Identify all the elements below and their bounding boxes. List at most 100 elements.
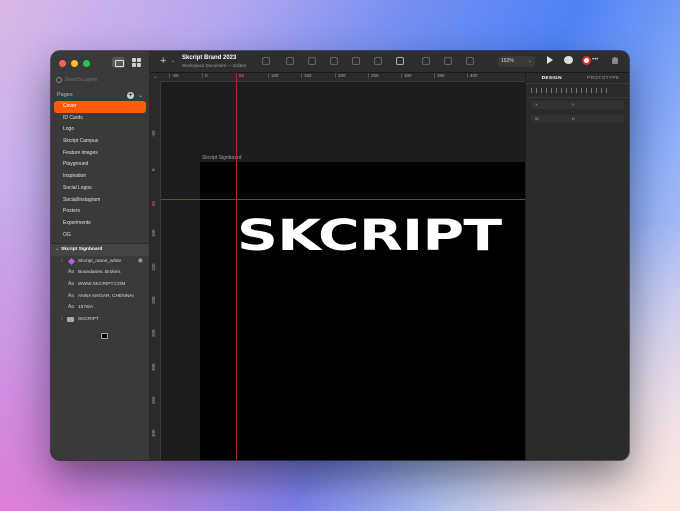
ruler-tick: 300 (401, 73, 412, 78)
export-icon[interactable] (286, 57, 294, 65)
ruler-tick: 300 (151, 363, 156, 371)
document-status: Workspace Document — Edited (182, 63, 246, 68)
layer-label: Skcript Signboard (61, 247, 103, 252)
sidebar-toggle-icon[interactable] (112, 57, 125, 68)
distribute-vertical-icon[interactable] (601, 88, 607, 93)
y-field[interactable]: Y (567, 101, 605, 109)
components-grid-icon[interactable] (132, 58, 141, 67)
insert-plus-icon[interactable]: + (160, 55, 166, 67)
layer-label: 1578/A (78, 305, 94, 311)
align-center-icon[interactable] (541, 88, 547, 93)
layer-label: Skcript_name_white (78, 258, 122, 264)
more-icon[interactable]: ••• (592, 57, 598, 63)
layer-label: Boundaries. Broken. (78, 270, 122, 276)
ruler-corner[interactable]: ⌄ (150, 73, 161, 82)
inspector-tabs: DESIGN PROTOTYPE (526, 73, 629, 84)
subtract-icon[interactable] (444, 57, 452, 65)
h-field[interactable]: H (567, 115, 605, 123)
ruler-tick: 200 (151, 296, 156, 304)
create-symbol-icon[interactable] (262, 57, 270, 65)
zoom-select[interactable]: 153% ⌄ (498, 56, 535, 67)
page-list: Cover ID Cards Logo Skcript Campus Featu… (54, 101, 146, 241)
intersect-icon[interactable] (466, 57, 474, 65)
close-window-button[interactable] (59, 60, 66, 67)
add-page-icon[interactable]: + (126, 91, 134, 99)
avatar[interactable] (582, 56, 591, 65)
boolean-icon[interactable] (374, 57, 382, 65)
eye-icon[interactable]: ◉ (138, 256, 143, 268)
top-toolbar: + ⌄ Skcript Brand 2023 Workspace Documen… (150, 51, 629, 73)
lock-ratio-toggle[interactable] (604, 115, 625, 123)
comments-icon[interactable] (564, 56, 573, 64)
arrange-icon[interactable] (396, 57, 404, 65)
inspector-panel: DESIGN PROTOTYPE X Y W H (525, 73, 629, 460)
layer-item[interactable]: Aa 1578/A (51, 302, 149, 314)
flatten-icon[interactable] (352, 57, 360, 65)
zoom-value: 153% (501, 58, 514, 64)
chevron-right-icon[interactable]: › (61, 256, 67, 268)
page-item-skcript-campus[interactable]: Skcript Campus (54, 136, 146, 148)
layer-item[interactable]: › SKCRIPT (51, 314, 149, 326)
design-canvas[interactable]: -50 0 55 100 150 200 250 300 350 400 ⌄ -… (150, 73, 525, 460)
tab-design[interactable]: DESIGN (526, 73, 578, 83)
page-item-feature-images[interactable]: Feature images (54, 148, 146, 160)
page-item-social-instagram[interactable]: Social/Instagram (54, 195, 146, 207)
page-item-inspiration[interactable]: Inspiration (54, 171, 146, 183)
ruler-left[interactable]: -50 0 55 100 150 200 250 300 350 400 (150, 82, 161, 460)
page-item-og[interactable]: OG (54, 230, 146, 242)
ruler-tick: 400 (467, 73, 478, 78)
ruler-tick: -50 (169, 73, 179, 78)
app-window: Pages + ⌄ Cover ID Cards Logo Skcript Ca… (51, 51, 629, 460)
artboard-icon (101, 333, 108, 339)
search-input[interactable] (65, 77, 144, 83)
tab-prototype[interactable]: PROTOTYPE (578, 73, 630, 83)
align-bottom-icon[interactable] (581, 88, 587, 93)
minimize-window-button[interactable] (71, 60, 78, 67)
horizontal-guide[interactable] (161, 199, 525, 200)
page-item-logo[interactable]: Logo (54, 124, 146, 136)
chevron-down-icon[interactable]: ⌄ (171, 58, 175, 64)
union-icon[interactable] (422, 57, 430, 65)
layer-label: SKCRIPT (78, 317, 99, 323)
ruler-tick: 350 (151, 396, 156, 404)
artboard-skcript-signboard[interactable]: SKCRIPT (200, 162, 525, 460)
mask-icon[interactable] (308, 57, 316, 65)
page-item-cover[interactable]: Cover (54, 101, 146, 113)
layer-artboard[interactable]: ⌄ Skcript Signboard (51, 244, 149, 339)
ruler-tick: 350 (434, 73, 445, 78)
x-field[interactable]: X (531, 101, 568, 109)
vertical-guide[interactable] (236, 73, 237, 460)
align-right-icon[interactable] (551, 88, 557, 93)
align-middle-icon[interactable] (571, 88, 577, 93)
alignment-toolbar (526, 84, 629, 98)
text-layer-icon: Aa (67, 269, 75, 276)
zoom-window-button[interactable] (83, 60, 90, 67)
notifications-icon[interactable] (612, 57, 618, 64)
ruler-top[interactable]: -50 0 55 100 150 200 250 300 350 400 (161, 73, 525, 82)
layer-item[interactable]: › Skcript_name_white ◉ (51, 256, 149, 268)
ruler-tick: 400 (151, 429, 156, 437)
skcript-logo-text[interactable]: SKCRIPT (237, 211, 502, 261)
page-item-id-cards[interactable]: ID Cards (54, 113, 146, 125)
align-top-icon[interactable] (561, 88, 567, 93)
rotation-field[interactable] (604, 101, 625, 109)
page-item-playground[interactable]: Playground (54, 159, 146, 171)
ruler-tick: -50 (151, 130, 156, 137)
scale-icon[interactable] (330, 57, 338, 65)
ruler-tick: 250 (151, 329, 156, 337)
align-left-icon[interactable] (531, 88, 537, 93)
page-item-experiments[interactable]: Experiments (54, 218, 146, 230)
w-field[interactable]: W (531, 115, 568, 123)
page-item-posters[interactable]: Posters (54, 206, 146, 218)
page-item-social-logos[interactable]: Social Logos (54, 183, 146, 195)
distribute-horizontal-icon[interactable] (591, 88, 597, 93)
ruler-tick: 200 (335, 73, 346, 78)
layer-item[interactable]: Aa WWW.SKCRIPT.COM (51, 279, 149, 291)
preview-play-icon[interactable] (547, 56, 553, 64)
layer-item[interactable]: Aa Boundaries. Broken. (51, 267, 149, 279)
ruler-tick: 0 (202, 73, 208, 78)
position-fields: X Y (526, 98, 629, 112)
document-title: Skcript Brand 2023 (182, 55, 237, 61)
chevron-down-icon[interactable]: ⌄ (138, 92, 143, 99)
layer-item[interactable]: Aa ANNA NAGAR, CHENNAI (51, 291, 149, 303)
